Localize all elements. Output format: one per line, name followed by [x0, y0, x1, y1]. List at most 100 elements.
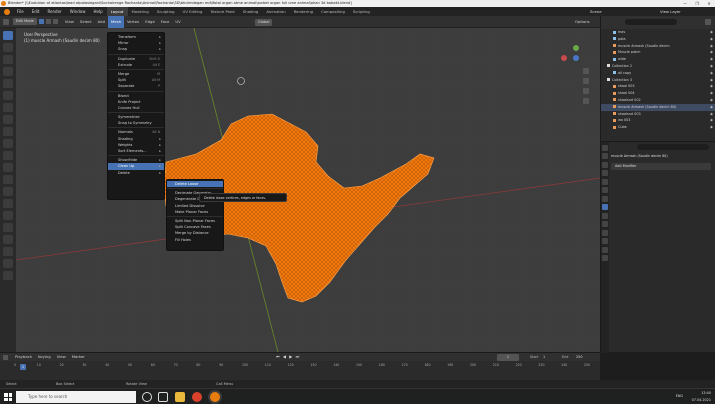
- taskbar-search-input[interactable]: Type here to search: [16, 391, 136, 403]
- mesh-menu-item-convex-hull[interactable]: Convex Hull: [108, 105, 164, 111]
- opera-icon[interactable]: [192, 392, 202, 402]
- visibility-eye-icon[interactable]: ◉: [710, 63, 713, 70]
- visibility-eye-icon[interactable]: ◉: [710, 49, 713, 56]
- visibility-eye-icon[interactable]: ◉: [710, 90, 713, 97]
- header-menu-add[interactable]: Add: [95, 16, 108, 28]
- inset-tool-icon[interactable]: [3, 151, 13, 160]
- file-explorer-icon[interactable]: [175, 392, 185, 402]
- shrink-tool-icon[interactable]: [3, 247, 13, 256]
- menu-file[interactable]: File: [13, 7, 28, 16]
- blender-menu-icon[interactable]: [4, 8, 10, 15]
- visibility-eye-icon[interactable]: ◉: [710, 104, 713, 111]
- face-select-icon[interactable]: [52, 19, 58, 24]
- visibility-eye-icon[interactable]: ◉: [710, 43, 713, 50]
- zoom-icon[interactable]: [583, 68, 589, 74]
- mode-selector[interactable]: Edit Mode: [13, 18, 37, 25]
- menu-edit[interactable]: Edit: [28, 7, 44, 16]
- visibility-eye-icon[interactable]: ◉: [710, 97, 713, 104]
- outliner-search-input[interactable]: [625, 19, 677, 25]
- outliner-item[interactable]: Muscle patch ◉: [601, 49, 715, 56]
- move-tool-icon[interactable]: [3, 55, 13, 64]
- camera-view-icon[interactable]: [583, 88, 589, 94]
- texture-tab-icon[interactable]: [602, 255, 608, 261]
- bevel-tool-icon[interactable]: [3, 163, 13, 172]
- header-menu-select[interactable]: Select: [77, 16, 95, 28]
- poly-build-tool-icon[interactable]: [3, 199, 13, 208]
- start-frame-field[interactable]: 1: [543, 353, 545, 361]
- workspace-tab-animation[interactable]: Animation: [262, 7, 289, 16]
- scene-selector[interactable]: Scene: [590, 7, 602, 16]
- annotate-tool-icon[interactable]: [3, 103, 13, 112]
- cortana-icon[interactable]: [142, 392, 152, 402]
- pan-icon[interactable]: [583, 78, 589, 84]
- filter-icon[interactable]: [705, 19, 711, 25]
- rip-tool-icon[interactable]: [3, 271, 13, 280]
- playhead[interactable]: 1: [20, 364, 26, 370]
- visibility-eye-icon[interactable]: ◉: [710, 70, 713, 77]
- header-menu-vertex[interactable]: Vertex: [124, 16, 142, 28]
- header-menu-edge[interactable]: Edge: [142, 16, 158, 28]
- timeline-menu-marker[interactable]: Marker: [69, 353, 88, 361]
- outliner-item[interactable]: wide ◉: [601, 56, 715, 63]
- outliner-item[interactable]: shaalsnd 002 ◉: [601, 97, 715, 104]
- scale-tool-icon[interactable]: [3, 79, 13, 88]
- timeline-ruler[interactable]: 0 10 20 30 40 50 60 70 80 90 100 110 120 130 140 150 160…: [14, 363, 590, 369]
- current-frame-field[interactable]: 1: [497, 353, 519, 361]
- edge-select-icon[interactable]: [45, 19, 51, 24]
- outliner-item[interactable]: shaal 003 ◉: [601, 83, 715, 90]
- header-menu-mesh[interactable]: Mesh: [108, 15, 124, 28]
- object-tab-icon[interactable]: [602, 195, 608, 202]
- scene-tab-icon[interactable]: [602, 178, 608, 185]
- outliner-item[interactable]: shaalsnd 003 ◉: [601, 111, 715, 118]
- loop-cut-tool-icon[interactable]: [3, 175, 13, 184]
- outliner-item[interactable]: shaal 004 ◉: [601, 90, 715, 97]
- workspace-tab-rendering[interactable]: Rendering: [290, 7, 317, 16]
- data-tab-icon[interactable]: [602, 238, 608, 244]
- visibility-eye-icon[interactable]: ◉: [710, 77, 713, 84]
- mesh-menu-item-delete[interactable]: Delete ▸: [108, 170, 164, 176]
- select-box-tool-icon[interactable]: [3, 31, 13, 40]
- outliner-item[interactable]: Collection 2 ◉: [601, 63, 715, 70]
- particles-tab-icon[interactable]: [602, 212, 608, 219]
- cleanup-menu-item-delete-loose[interactable]: Delete Loose: [167, 181, 223, 188]
- mesh-menu-item-separate[interactable]: Separate P: [108, 83, 164, 89]
- extrude-tool-icon[interactable]: [3, 139, 13, 148]
- cursor-tool-icon[interactable]: [3, 43, 13, 52]
- timeline-menu-keying[interactable]: Keying: [35, 353, 54, 361]
- workspace-tab-compositing[interactable]: Compositing: [317, 7, 349, 16]
- outliner-item[interactable]: Collection 3 ◉: [601, 77, 715, 84]
- vertex-select-icon[interactable]: [38, 19, 44, 24]
- maximize-icon[interactable]: ❐: [691, 0, 703, 7]
- mesh-menu-item-snap[interactable]: Snap ▸: [108, 46, 164, 52]
- edge-slide-tool-icon[interactable]: [3, 235, 13, 244]
- clock-time[interactable]: 13:40: [692, 390, 711, 397]
- world-tab-icon[interactable]: [602, 187, 608, 193]
- cleanup-menu-item-fill-holes[interactable]: Fill Holes: [167, 237, 223, 243]
- smooth-tool-icon[interactable]: [3, 223, 13, 232]
- view-layer-tab-icon[interactable]: [602, 170, 608, 176]
- mesh-menu-item-snap-to-symmetry[interactable]: Snap to Symmetry: [108, 120, 164, 126]
- playback-controls[interactable]: ⏮ ◀ ▶ ⏭: [276, 354, 300, 359]
- outliner-item[interactable]: muscle Armash (Saudin decim ◉: [601, 43, 715, 50]
- outliner-item[interactable]: Cube ◉: [601, 124, 715, 131]
- transform-orientation[interactable]: Global: [255, 18, 273, 26]
- add-cube-tool-icon[interactable]: [3, 127, 13, 136]
- timeline-editor-icon[interactable]: [3, 354, 8, 360]
- spin-tool-icon[interactable]: [3, 211, 13, 220]
- outliner-item[interactable]: muscle Armash (Saudin decim 80) ◉: [601, 103, 715, 111]
- outliner-item[interactable]: mas ◉: [601, 29, 715, 36]
- visibility-eye-icon[interactable]: ◉: [710, 29, 713, 36]
- minimize-icon[interactable]: —: [679, 0, 691, 7]
- close-icon[interactable]: ✕: [703, 0, 715, 7]
- end-frame-field[interactable]: 250: [576, 353, 582, 361]
- material-tab-icon[interactable]: [602, 246, 608, 253]
- header-menu-uv[interactable]: UV: [172, 16, 183, 28]
- knife-tool-icon[interactable]: [3, 187, 13, 196]
- workspace-tab-scripting[interactable]: Scripting: [349, 7, 374, 16]
- mesh-menu-item-extrude[interactable]: Extrude Alt E: [108, 62, 164, 68]
- render-tab-icon[interactable]: [602, 153, 608, 159]
- visibility-eye-icon[interactable]: ◉: [710, 124, 713, 131]
- modifier-tab-icon[interactable]: [602, 204, 608, 210]
- outliner-item[interactable]: pata ◉: [601, 36, 715, 43]
- 3d-viewport[interactable]: User Perspective (1) muscle Armash (Saud…: [16, 28, 600, 352]
